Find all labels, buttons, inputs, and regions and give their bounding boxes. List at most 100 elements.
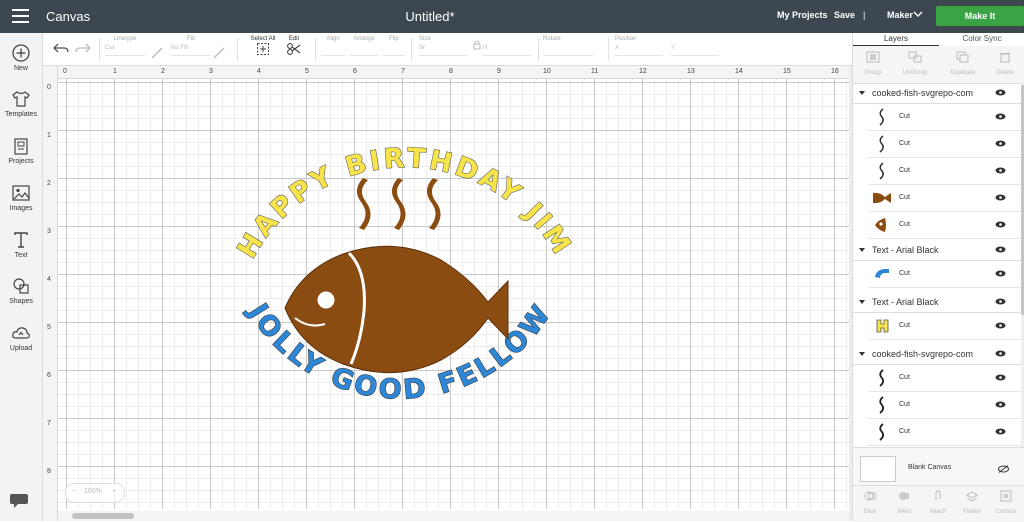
group-name: Text - Arial Black (872, 245, 939, 255)
horizontal-scroll-thumb[interactable] (72, 513, 134, 519)
linetype-control[interactable]: Linetype Cut (105, 36, 145, 56)
attach-button[interactable]: Attach (921, 489, 955, 515)
linetype-dropdown[interactable]: Cut (105, 45, 145, 56)
align-control[interactable]: Align (321, 36, 345, 56)
contour-button[interactable]: Contour (989, 489, 1023, 515)
pen-icon[interactable] (151, 47, 163, 59)
group-name: cooked-fish-svgrepo-com (872, 349, 974, 359)
make-it-button[interactable]: Make It (936, 6, 1024, 26)
layer-group[interactable]: cooked-fish-svgrepo-com (853, 344, 1021, 365)
redo-icon[interactable] (75, 42, 91, 54)
chat-icon[interactable] (9, 492, 29, 510)
position-y-control[interactable]: Y (671, 36, 719, 56)
layer-item[interactable]: Cut (868, 131, 1021, 158)
eye-hidden-icon[interactable] (998, 465, 1009, 473)
sidebar-item-shapes[interactable]: Shapes (0, 276, 42, 305)
caret-down-icon[interactable] (859, 91, 865, 95)
flip-control[interactable]: Flip (383, 36, 405, 56)
rotate-control[interactable]: Rotate (543, 36, 593, 56)
layer-item[interactable]: Cut (868, 392, 1021, 419)
arrange-control[interactable]: Arrange (349, 36, 379, 56)
sidebar-item-text[interactable]: Text (0, 230, 42, 259)
fill-dropdown[interactable]: No Fill (171, 45, 211, 56)
eye-icon[interactable] (995, 89, 1006, 96)
caret-down-icon[interactable] (859, 300, 865, 304)
eye-icon[interactable] (995, 350, 1006, 357)
document-title[interactable]: Untitled* (400, 9, 460, 24)
eye-icon[interactable] (995, 322, 1006, 329)
layer-item[interactable]: Cut (868, 158, 1021, 185)
my-projects-link[interactable]: My Projects (777, 10, 828, 20)
layer-item[interactable]: Cut (868, 365, 1021, 392)
eye-icon[interactable] (995, 401, 1006, 408)
sidebar-item-images[interactable]: Images (0, 183, 42, 212)
position-x-control[interactable]: Position X (615, 36, 663, 56)
machine-selector[interactable]: Maker (887, 10, 913, 20)
select-all-button[interactable]: Select All (245, 36, 281, 61)
design-canvas[interactable]: 0 1 2 3 4 5 6 7 8 9 10 11 12 13 14 15 16… (43, 66, 849, 521)
height-input[interactable]: H (483, 45, 531, 56)
chevron-down-icon[interactable] (913, 10, 923, 18)
undo-icon[interactable] (53, 42, 69, 54)
ungroup-button[interactable]: UnGroup (897, 50, 933, 76)
sidebar-item-new[interactable]: New (0, 43, 42, 72)
x-input[interactable]: X (615, 45, 663, 56)
zoom-out-icon[interactable]: − (72, 488, 76, 495)
steam-icon[interactable] (356, 178, 441, 230)
group-button[interactable]: Group (855, 50, 891, 76)
birthday-text-path: HAPPY BIRTHDAY JIM (231, 142, 575, 264)
eye-icon[interactable] (995, 270, 1006, 277)
eye-icon[interactable] (995, 194, 1006, 201)
eye-icon[interactable] (995, 428, 1006, 435)
flatten-button[interactable]: Flatten (955, 489, 989, 515)
menu-icon[interactable] (12, 9, 29, 23)
zoom-control[interactable]: − 100% + (65, 483, 125, 503)
group-name: Text - Arial Black (872, 297, 939, 307)
layer-item[interactable]: Cut (868, 104, 1021, 131)
birthday-text[interactable]: HAPPY BIRTHDAY JIM (231, 142, 578, 264)
eye-icon[interactable] (995, 140, 1006, 147)
layer-item[interactable]: Cut (868, 212, 1021, 239)
slice-button[interactable]: Slice (853, 489, 887, 515)
layer-group[interactable]: Text - Arial Black (853, 240, 1021, 261)
design-artwork[interactable]: HAPPY BIRTHDAY JIM JOLLY GOOD FELLOW (43, 66, 849, 521)
size-height-control[interactable]: H (483, 36, 531, 56)
eye-icon[interactable] (995, 167, 1006, 174)
sidebar-item-upload[interactable]: Upload (0, 323, 42, 352)
size-width-control[interactable]: Size W (419, 36, 467, 56)
layer-item[interactable]: Cut (868, 185, 1021, 212)
save-button[interactable]: Save (834, 10, 855, 20)
rotate-input[interactable] (543, 45, 593, 56)
separator (99, 38, 100, 60)
zoom-in-icon[interactable]: + (112, 488, 116, 495)
layer-group[interactable]: cooked-fish-svgrepo-com (853, 83, 1021, 104)
eye-icon[interactable] (995, 374, 1006, 381)
eye-icon[interactable] (995, 298, 1006, 305)
sidebar-item-projects[interactable]: Projects (0, 136, 42, 165)
fill-pen-icon[interactable] (213, 47, 225, 59)
blank-canvas-row[interactable]: Blank Canvas (853, 447, 1024, 486)
edit-button[interactable]: Edit (281, 36, 307, 61)
layer-item[interactable]: Cut (868, 313, 1021, 340)
caret-down-icon[interactable] (859, 352, 865, 356)
canvas-color-swatch[interactable] (860, 456, 896, 482)
lock-icon[interactable] (473, 40, 481, 50)
fill-control[interactable]: Fill No Fill (171, 36, 211, 56)
y-input[interactable]: Y (671, 45, 719, 56)
eye-icon[interactable] (995, 221, 1006, 228)
sidebar-item-templates[interactable]: Templates (0, 89, 42, 118)
layer-item[interactable]: Cut (868, 419, 1021, 446)
caret-down-icon[interactable] (859, 248, 865, 252)
layer-group[interactable]: Text - Arial Black (853, 292, 1021, 313)
delete-button[interactable]: Delete (987, 50, 1023, 76)
layer-item[interactable]: Cut (868, 261, 1021, 288)
duplicate-button[interactable]: Duplicate (945, 50, 981, 76)
horizontal-scrollbar[interactable] (58, 511, 849, 521)
tab-layers[interactable]: Layers (853, 33, 939, 46)
eye-icon[interactable] (995, 246, 1006, 253)
eye-icon[interactable] (995, 113, 1006, 120)
width-input[interactable]: W (419, 45, 467, 56)
weld-button[interactable]: Weld (887, 489, 921, 515)
select-all-icon (257, 43, 269, 55)
tab-color-sync[interactable]: Color Sync (939, 33, 1024, 46)
